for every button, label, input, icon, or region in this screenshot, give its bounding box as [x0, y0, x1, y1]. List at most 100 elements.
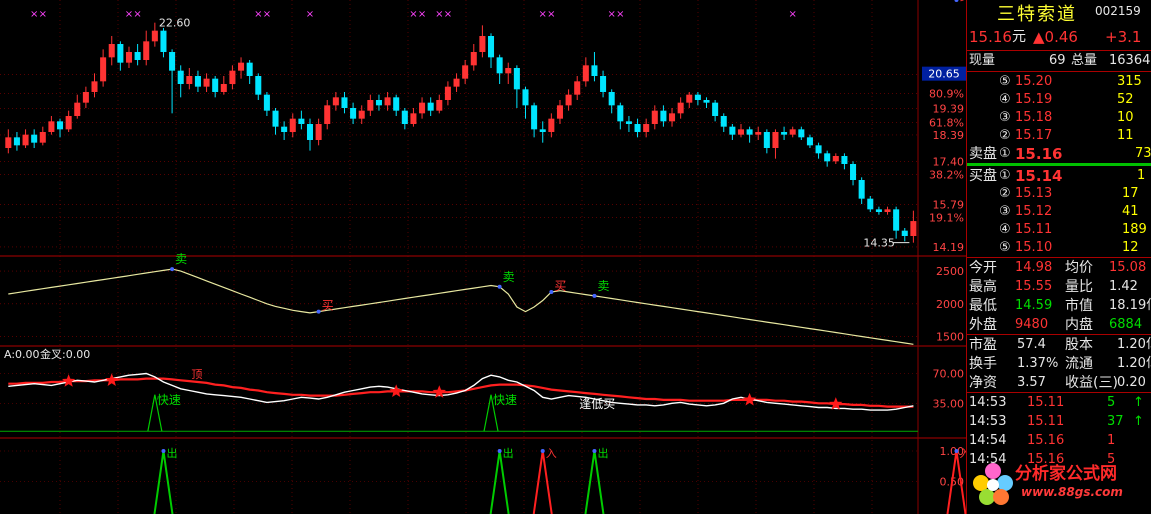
top-marker: ×: [263, 9, 271, 20]
candle-body-down: [824, 153, 831, 162]
price-tick-label: 61.8%: [929, 117, 964, 130]
candle-body-down: [841, 156, 848, 164]
signal-dot: [549, 290, 554, 294]
stat-row: 最低 14.59 市值 18.19亿: [967, 297, 1151, 315]
fund-label: 股本: [1065, 337, 1093, 353]
candle-body-up: [324, 105, 331, 124]
ask-price: 15.19: [1015, 92, 1053, 107]
fund-value: 0.20: [1117, 375, 1146, 390]
ask-vol: 11: [1117, 128, 1134, 143]
price-tick-label: 38.2%: [929, 169, 964, 182]
ask1-price: 15.16: [1015, 145, 1063, 163]
chart-area[interactable]: 20.65 80.9% 19.39 61.8%18.39 17.4038.2% 15.79…: [0, 0, 966, 514]
candle-body-up: [737, 129, 745, 135]
candle-body-up: [565, 94, 572, 106]
price-tick-label: 17.40: [933, 155, 965, 168]
candle-body-down: [720, 116, 727, 127]
bid1-row[interactable]: 买盘 ① 15.14 1: [967, 167, 1151, 185]
candle-body-up: [91, 81, 98, 92]
ask-row[interactable]: ③ 15.18 10: [967, 109, 1151, 127]
candle-body-down: [272, 110, 279, 127]
bid-level: ③: [999, 204, 1011, 219]
candle-body-down: [246, 62, 253, 76]
candle-body-up: [289, 118, 296, 132]
candle-body-up: [789, 129, 796, 135]
candle-body-down: [815, 145, 822, 154]
bid1-price: 15.14: [1015, 167, 1063, 185]
bid-row[interactable]: ⑤ 15.10 12: [967, 239, 1151, 257]
fund-value: 1.20亿: [1117, 337, 1151, 352]
candle-body-up: [5, 137, 12, 148]
ask-row[interactable]: ④ 15.19 52: [967, 91, 1151, 109]
bid-level: ⑤: [999, 240, 1011, 255]
tick-row: 14:53 15.11 37 ↑: [967, 413, 1151, 431]
ask-row[interactable]: ② 15.17 11: [967, 127, 1151, 145]
stat-value: 18.19亿: [1109, 298, 1151, 313]
top-marker: ×: [789, 9, 797, 20]
bid-vol: 12: [1122, 240, 1139, 255]
tick-time: 14:54: [969, 433, 1007, 448]
candle-body-up: [220, 84, 227, 92]
signal-sell-label: 卖: [597, 279, 609, 293]
candle-body-down: [194, 76, 201, 87]
indicator1-line: [8, 268, 914, 345]
candle-body-up: [410, 113, 417, 124]
bid-row[interactable]: ④ 15.11 189: [967, 221, 1151, 239]
candle-body-down: [255, 76, 262, 95]
indicator2-tick-label: 35.00: [933, 397, 965, 410]
candle-body-down: [634, 124, 641, 132]
tick-vol: 5: [1107, 395, 1116, 410]
ask1-row[interactable]: 卖盘 ① 15.16 73: [967, 145, 1151, 163]
watermark-url: www.88gs.com: [1021, 485, 1123, 499]
bid-row[interactable]: ③ 15.12 41: [967, 203, 1151, 221]
candle-body-up: [677, 102, 684, 114]
now-vol-label: 现量: [969, 53, 996, 68]
candle-body-down: [608, 92, 615, 106]
candle-body-up: [229, 70, 236, 84]
candle-body-down: [901, 230, 908, 236]
candle-body-up: [884, 209, 891, 212]
indicator2-label: 逢低买: [579, 397, 615, 411]
bid1-vol: 1: [1137, 168, 1146, 183]
signal-sell-label: 卖: [503, 270, 515, 284]
candle-body-up: [574, 81, 581, 95]
indicator2-tick-label: 70.00: [933, 368, 965, 381]
divider: [967, 257, 1151, 258]
candle-body-up: [315, 124, 322, 140]
candle-body-down: [531, 105, 538, 130]
price-row: 15.16 元 ▲0.46 +3.1: [967, 28, 1151, 46]
tick-time: 14:53: [969, 395, 1007, 410]
ask-row[interactable]: ⑤ 15.20 315: [967, 73, 1151, 91]
tick-price: 15.11: [1027, 395, 1065, 410]
tick-row: 14:54 15.16 1: [967, 432, 1151, 450]
low-price-label: 14.35: [863, 237, 895, 250]
bid-vol: 17: [1122, 186, 1139, 201]
candle-body-down: [625, 121, 632, 124]
top-marker: ×: [539, 9, 547, 20]
stat-value: 15.08: [1109, 260, 1147, 275]
ask-price: 15.18: [1015, 110, 1053, 125]
ask-vol: 52: [1117, 92, 1134, 107]
candle-body-up: [479, 36, 486, 52]
price-tick-label: 19.39: [933, 102, 965, 115]
bid-row[interactable]: ② 15.13 17: [967, 185, 1151, 203]
spike-label: 出: [503, 446, 514, 460]
total-vol: 16364: [1109, 53, 1151, 68]
ask-level: ②: [999, 128, 1011, 143]
candle-body-up: [505, 68, 512, 74]
indicator1-tick-label: 2500: [936, 265, 964, 278]
candle-body-up: [832, 156, 839, 162]
candle-body-up: [151, 30, 158, 42]
divider: [967, 334, 1151, 335]
candle-body-down: [298, 118, 305, 124]
candle-body-up: [453, 78, 460, 87]
kline-chart[interactable]: 20.65 80.9% 19.39 61.8%18.39 17.4038.2% 15.79…: [0, 0, 966, 514]
candle-body-down: [591, 65, 598, 76]
candle-body-down: [850, 164, 857, 180]
spike-dot: [161, 449, 166, 453]
ask-vol: 10: [1117, 110, 1134, 125]
price-tick-label: 80.9%: [929, 87, 964, 100]
bid-price: 15.11: [1015, 222, 1053, 237]
stat-label: 市值: [1065, 298, 1093, 314]
spike: [489, 450, 510, 514]
